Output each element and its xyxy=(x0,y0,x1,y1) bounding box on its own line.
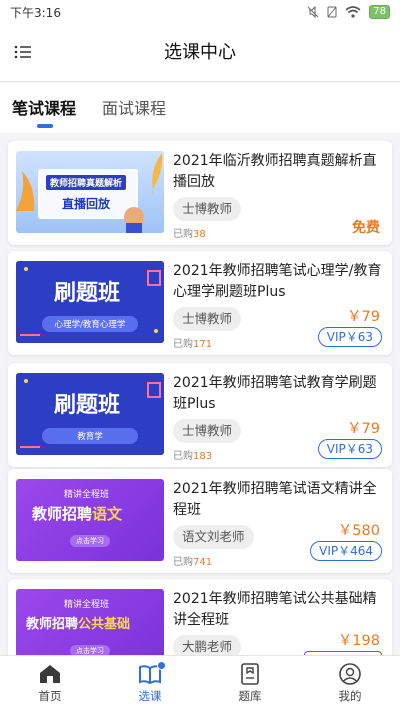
course-title: 2021年教师招聘笔试心理学/教育心理学刷题班Plus xyxy=(173,263,382,300)
notification-dot xyxy=(157,661,166,670)
banner-button: 点击学习 xyxy=(70,535,110,547)
course-thumbnail: 刷题班 心理学/教育心理学 xyxy=(16,261,164,343)
vip-price: VIP￥63 xyxy=(317,327,382,347)
nav-label: 选课 xyxy=(138,689,162,703)
home-icon xyxy=(40,665,60,683)
status-icons: 78 xyxy=(307,5,390,19)
status-bar: 下午3:16 78 xyxy=(0,0,400,24)
course-thumbnail: 教师招聘真题解析 直播回放 xyxy=(16,151,164,233)
course-list[interactable]: 教师招聘真题解析 直播回放 2021年临沂教师招聘真题解析直播回放 士博教师 已… xyxy=(0,137,400,655)
banner-main: 教师招聘语文 xyxy=(32,505,123,523)
nav-label: 首页 xyxy=(38,689,62,703)
teacher-tag: 士博教师 xyxy=(173,419,242,443)
nav-label: 我的 xyxy=(338,689,362,703)
sold-count: 已购171 xyxy=(173,339,213,350)
course-price: ￥580 xyxy=(337,523,380,539)
nav-question-bank[interactable]: 题库 xyxy=(200,656,300,711)
wifi-icon xyxy=(345,6,361,18)
course-thumbnail: 精讲全程班 教师招聘公共基础 点击学习 xyxy=(16,589,164,655)
banner-top: 精讲全程班 xyxy=(64,490,110,500)
course-thumbnail: 刷题班 教育学 xyxy=(16,373,164,455)
banner-line1: 教师招聘真题解析 xyxy=(46,175,127,190)
tab-written-courses[interactable]: 笔试课程 xyxy=(12,95,76,119)
course-card[interactable]: 精讲全程班 教师招聘语文 点击学习 2021年教师招聘笔试语文精讲全程班 语文刘… xyxy=(8,469,392,573)
course-price: ￥198 xyxy=(337,633,380,649)
sold-count: 已购741 xyxy=(173,557,213,568)
battery-indicator: 78 xyxy=(369,5,390,19)
top-header: 选课中心 xyxy=(0,24,400,82)
nav-home[interactable]: 首页 xyxy=(0,656,100,711)
banner-top: 精讲全程班 xyxy=(64,600,110,610)
tab-interview-courses[interactable]: 面试课程 xyxy=(102,95,166,119)
banner-sub: 心理学/教育心理学 xyxy=(42,316,138,332)
vip-price: VIP￥63 xyxy=(317,439,382,459)
banner-sub: 教育学 xyxy=(42,428,138,444)
course-price: ￥79 xyxy=(347,309,380,325)
bottom-navigation: 首页 选课 题库 我的 xyxy=(0,655,400,711)
course-card[interactable]: 刷题班 心理学/教育心理学 2021年教师招聘笔试心理学/教育心理学刷题班Plu… xyxy=(8,251,392,355)
course-type-tabs: 笔试课程 面试课程 xyxy=(0,83,400,133)
banner-headline: 刷题班 xyxy=(54,281,121,306)
teacher-tag: 语文刘老师 xyxy=(173,525,254,549)
banner-button: 点击学习 xyxy=(70,645,110,655)
question-bank-icon xyxy=(241,663,259,685)
teacher-tag: 士博教师 xyxy=(173,307,242,331)
banner-line2: 直播回放 xyxy=(62,197,111,211)
course-title: 2021年教师招聘笔试语文精讲全程班 xyxy=(173,481,377,518)
course-title: 2021年临沂教师招聘真题解析直播回放 xyxy=(173,153,377,190)
course-card[interactable]: 教师招聘真题解析 直播回放 2021年临沂教师招聘真题解析直播回放 士博教师 已… xyxy=(8,141,392,245)
course-price: 免费 xyxy=(352,220,380,236)
active-tab-indicator xyxy=(37,124,53,128)
nav-profile[interactable]: 我的 xyxy=(300,656,400,711)
course-title: 2021年教师招聘笔试教育学刷题班Plus xyxy=(173,375,377,412)
status-time: 下午3:16 xyxy=(10,5,61,20)
teacher-tag: 士博教师 xyxy=(173,197,242,221)
profile-icon xyxy=(339,663,361,685)
nav-course-select[interactable]: 选课 xyxy=(100,656,200,711)
sold-count: 已购183 xyxy=(173,451,213,462)
course-thumbnail: 精讲全程班 教师招聘语文 点击学习 xyxy=(16,479,164,561)
banner-main: 教师招聘公共基础 xyxy=(26,617,131,632)
sold-count: 已购38 xyxy=(173,229,206,240)
no-sim-icon xyxy=(327,6,337,18)
mute-icon xyxy=(307,6,319,18)
page-title: 选课中心 xyxy=(164,42,236,63)
banner-headline: 刷题班 xyxy=(54,393,121,418)
banner-graphic xyxy=(16,153,163,233)
course-price: ￥79 xyxy=(347,421,380,437)
course-card[interactable]: 刷题班 教育学 2021年教师招聘笔试教育学刷题班Plus 士博教师 已购183… xyxy=(8,363,392,467)
vip-price: VIP￥464 xyxy=(310,541,382,561)
nav-label: 题库 xyxy=(238,689,262,703)
teacher-tag: 大鹏老师 xyxy=(173,635,242,655)
course-title: 2021年教师招聘笔试公共基础精讲全程班 xyxy=(173,591,377,628)
course-card[interactable]: 精讲全程班 教师招聘公共基础 点击学习 2021年教师招聘笔试公共基础精讲全程班… xyxy=(8,579,392,655)
